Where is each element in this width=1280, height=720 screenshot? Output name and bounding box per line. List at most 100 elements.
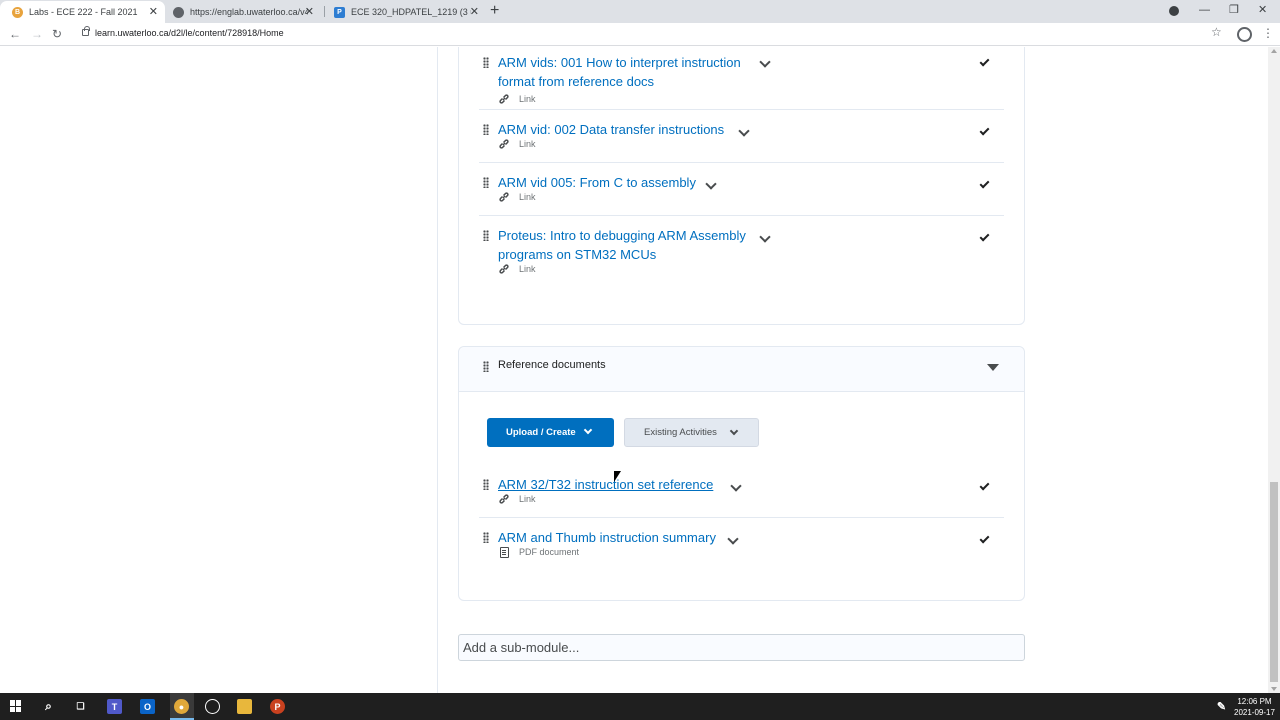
collapse-caret-icon[interactable]	[987, 364, 999, 371]
teams-icon[interactable]: T	[107, 699, 122, 714]
content-item[interactable]: ARM and Thumb instruction summary PDF do…	[479, 518, 1004, 571]
forward-icon[interactable]: →	[31, 26, 43, 42]
link-icon	[499, 494, 509, 504]
module-header[interactable]: Reference documents	[459, 347, 1024, 392]
content-item[interactable]: ARM 32/T32 instruction set reference Lin…	[479, 465, 1004, 518]
powerpoint-icon[interactable]: P	[270, 699, 285, 714]
profile-avatar[interactable]	[1237, 27, 1252, 42]
search-icon[interactable]: ⌕	[41, 699, 56, 714]
existing-activities-button[interactable]: Existing Activities	[624, 418, 759, 447]
page-scrollbar[interactable]	[1268, 47, 1280, 693]
check-icon	[979, 480, 990, 491]
content-item[interactable]: Proteus: Intro to debugging ARM Assembly…	[479, 216, 1004, 286]
item-title-link[interactable]: ARM and Thumb instruction summary	[498, 529, 716, 548]
check-icon	[979, 178, 990, 189]
task-view-icon[interactable]: ❏	[73, 699, 88, 714]
clock-time: 12:06 PM	[1237, 697, 1272, 706]
lock-icon[interactable]	[82, 26, 90, 36]
upload-create-button[interactable]: Upload / Create	[487, 418, 614, 447]
scroll-down-arrow-icon[interactable]	[1271, 687, 1277, 691]
new-tab-icon[interactable]: +	[490, 2, 499, 20]
tab-labs-ece222[interactable]: B Labs - ECE 222 - Fall 2021 ✕	[0, 1, 165, 23]
chevron-down-icon[interactable]	[759, 231, 771, 243]
add-sub-module-placeholder: Add a sub-module...	[463, 640, 580, 655]
existing-activities-label: Existing Activities	[644, 427, 717, 438]
table-of-contents-pane	[0, 47, 438, 693]
globe-icon	[173, 6, 184, 18]
item-title-link[interactable]: Proteus: Intro to debugging ARM Assembly…	[498, 227, 746, 264]
proteus-icon[interactable]	[205, 699, 220, 714]
file-explorer-icon[interactable]	[237, 699, 252, 714]
link-icon	[499, 94, 509, 104]
scroll-up-arrow-icon[interactable]	[1271, 49, 1277, 53]
tab-title: ECE 320_HDPATEL_1219 (3 unrea	[351, 7, 471, 17]
tab-close-icon[interactable]: ✕	[470, 5, 479, 19]
item-type-label: Link	[519, 192, 536, 202]
chevron-down-icon[interactable]	[738, 125, 750, 137]
tab-close-icon[interactable]: ✕	[305, 5, 314, 19]
course-content-page: ARM vids: 001 How to interpret instructi…	[0, 47, 1268, 693]
chevron-down-icon	[583, 425, 593, 435]
check-icon	[979, 533, 990, 544]
document-favicon-icon: P	[334, 6, 345, 18]
item-title-link[interactable]: ARM vid: 002 Data transfer instructions	[498, 121, 724, 140]
tab-title: Labs - ECE 222 - Fall 2021	[29, 7, 138, 17]
chevron-down-icon[interactable]	[759, 56, 771, 68]
restore-icon[interactable]: ❐	[1229, 3, 1239, 17]
content-item[interactable]: ARM vid: 002 Data transfer instructions …	[479, 110, 1004, 163]
upload-create-label: Upload / Create	[506, 427, 576, 438]
item-type-label: PDF document	[519, 547, 580, 557]
reload-icon[interactable]: ↻	[52, 26, 62, 42]
chevron-down-icon[interactable]	[727, 533, 739, 545]
mouse-pointer-icon	[614, 471, 621, 482]
module-reference-documents: Reference documents Upload / Create Exis…	[458, 346, 1025, 601]
item-type-label: Link	[519, 494, 536, 504]
item-type-label: Link	[519, 94, 536, 104]
add-sub-module-input[interactable]: Add a sub-module...	[458, 634, 1025, 661]
drag-handle-icon[interactable]	[483, 124, 489, 135]
content-item[interactable]: ARM vids: 001 How to interpret instructi…	[479, 48, 1004, 110]
chrome-icon[interactable]: ●	[174, 699, 189, 714]
pen-workspace-icon[interactable]: ✎	[1214, 699, 1229, 714]
tab-englab[interactable]: https://englab.uwaterloo.ca/v4/ ✕	[161, 1, 321, 23]
item-title-link[interactable]: ARM vid 005: From C to assembly	[498, 174, 696, 193]
link-icon	[499, 139, 509, 149]
windows-start-icon[interactable]	[10, 700, 22, 712]
module-arm-videos: ARM vids: 001 How to interpret instructi…	[458, 47, 1025, 325]
item-title-link[interactable]: ARM vids: 001 How to interpret instructi…	[498, 54, 741, 91]
drag-handle-icon[interactable]	[483, 479, 489, 490]
chevron-down-icon[interactable]	[730, 480, 742, 492]
pdf-document-icon	[500, 547, 509, 558]
item-type-label: Link	[519, 264, 536, 274]
scrollbar-thumb[interactable]	[1270, 482, 1278, 682]
tab-close-icon[interactable]: ✕	[149, 5, 158, 19]
check-icon	[979, 231, 990, 242]
check-icon	[979, 125, 990, 136]
content-item[interactable]: ARM vid 005: From C to assembly Link	[479, 163, 1004, 216]
module-title: Reference documents	[498, 359, 606, 371]
menu-kebab-icon[interactable]: ⋮	[1262, 26, 1274, 40]
chevron-down-icon[interactable]	[705, 178, 717, 190]
link-icon	[499, 192, 509, 202]
bookmark-star-icon[interactable]: ☆	[1211, 25, 1222, 39]
link-icon	[499, 264, 509, 274]
drag-handle-icon[interactable]	[483, 57, 489, 68]
outlook-icon[interactable]: O	[140, 699, 155, 714]
d2l-favicon-icon: B	[12, 6, 23, 18]
tab-ece320-outlook[interactable]: P ECE 320_HDPATEL_1219 (3 unrea ✕	[322, 1, 486, 23]
taskbar-clock[interactable]: 12:06 PM 2021-09-17	[1234, 696, 1275, 718]
back-icon[interactable]: ←	[9, 26, 21, 42]
browser-toolbar: ← → ↻ learn.uwaterloo.ca/d2l/le/content/…	[0, 23, 1280, 46]
minimize-icon[interactable]: —	[1199, 3, 1210, 17]
drag-handle-icon[interactable]	[483, 230, 489, 241]
address-bar[interactable]: learn.uwaterloo.ca/d2l/le/content/728918…	[95, 28, 284, 38]
window-close-icon[interactable]: ✕	[1258, 3, 1267, 17]
browser-tab-strip: B Labs - ECE 222 - Fall 2021 ✕ https://e…	[0, 0, 1280, 23]
media-record-icon[interactable]	[1169, 6, 1179, 16]
drag-handle-icon[interactable]	[483, 532, 489, 543]
check-icon	[979, 56, 990, 67]
item-title-link[interactable]: ARM 32/T32 instruction set reference	[498, 476, 713, 495]
drag-handle-icon[interactable]	[483, 361, 489, 372]
item-type-label: Link	[519, 139, 536, 149]
drag-handle-icon[interactable]	[483, 177, 489, 188]
